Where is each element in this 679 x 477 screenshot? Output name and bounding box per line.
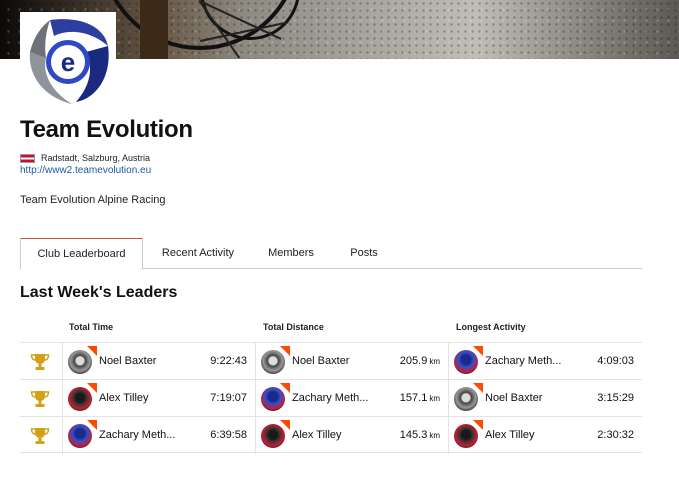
stat-number: 2:30:32	[597, 429, 634, 441]
club-website-link[interactable]: http://www2.teamevolution.eu	[20, 165, 151, 176]
avatar[interactable]	[261, 346, 290, 374]
stat-unit: km	[429, 357, 440, 366]
athlete-name-link[interactable]: Alex Tilley	[292, 429, 342, 441]
stat-number: 3:15:29	[597, 392, 634, 404]
club-description: Team Evolution Alpine Racing	[20, 194, 166, 206]
longest-cell: Noel Baxter 3:15:29	[448, 380, 642, 417]
trophy-icon	[30, 428, 50, 444]
distance-cell: Alex Tilley 145.3 km	[255, 417, 448, 454]
premium-badge-icon	[87, 383, 97, 393]
tab-recent-activity[interactable]: Recent Activity	[148, 238, 248, 269]
tab-club-leaderboard[interactable]: Club Leaderboard	[20, 238, 143, 270]
column-header-total-distance: Total Distance	[263, 322, 324, 332]
stat-value: 3:15:29	[597, 392, 634, 404]
stat-number: 145.3	[399, 429, 428, 441]
longest-cell: Zachary Meth... 4:09:03	[448, 343, 642, 380]
austria-flag-icon	[20, 153, 35, 163]
stat-value: 4:09:03	[597, 355, 634, 367]
column-header-longest-activity: Longest Activity	[456, 322, 526, 332]
table-row: Zachary Meth... 6:39:58 Alex Tilley 145.3 km…	[20, 416, 642, 454]
distance-cell: Noel Baxter 205.9 km	[255, 343, 448, 380]
stat-value: 157.1 km	[400, 392, 440, 404]
stat-number: 7:19:07	[210, 392, 247, 404]
premium-badge-icon	[87, 420, 97, 430]
stat-value: 145.3 km	[400, 429, 440, 441]
athlete-name-link[interactable]: Noel Baxter	[292, 355, 349, 367]
athlete-name-link[interactable]: Alex Tilley	[99, 392, 149, 404]
table-row: Noel Baxter 9:22:43 Noel Baxter 205.9 km Zach…	[20, 342, 642, 380]
premium-badge-icon	[473, 346, 483, 356]
athlete-name-link[interactable]: Noel Baxter	[99, 355, 156, 367]
stat-number: 6:39:58	[210, 429, 247, 441]
time-cell: Noel Baxter 9:22:43	[62, 343, 255, 380]
trophy-icon	[30, 354, 50, 370]
time-cell: Zachary Meth... 6:39:58	[62, 417, 255, 454]
avatar[interactable]	[454, 383, 483, 411]
table-row: Alex Tilley 7:19:07 Zachary Meth... 157.1 km…	[20, 379, 642, 417]
stat-value: 2:30:32	[597, 429, 634, 441]
avatar[interactable]	[68, 346, 97, 374]
athlete-name-link[interactable]: Noel Baxter	[485, 392, 542, 404]
tab-posts[interactable]: Posts	[338, 238, 390, 269]
distance-cell: Zachary Meth... 157.1 km	[255, 380, 448, 417]
athlete-name-link[interactable]: Zachary Meth...	[99, 429, 175, 441]
stat-unit: km	[429, 431, 440, 440]
time-cell: Alex Tilley 7:19:07	[62, 380, 255, 417]
stat-value: 9:22:43	[210, 355, 247, 367]
premium-badge-icon	[473, 420, 483, 430]
avatar[interactable]	[261, 420, 290, 448]
premium-badge-icon	[280, 383, 290, 393]
svg-text:e: e	[61, 47, 75, 77]
rider-leg	[140, 0, 168, 59]
stat-number: 4:09:03	[597, 355, 634, 367]
column-header-total-time: Total Time	[69, 322, 114, 332]
avatar[interactable]	[454, 420, 483, 448]
club-name: Team Evolution	[20, 116, 193, 143]
tab-members[interactable]: Members	[256, 238, 326, 269]
team-evolution-e-logo-icon: e	[29, 19, 109, 104]
avatar[interactable]	[68, 420, 97, 448]
stat-unit: km	[429, 394, 440, 403]
club-tabs: Club Leaderboard Recent Activity Members…	[20, 238, 642, 270]
longest-cell: Alex Tilley 2:30:32	[448, 417, 642, 454]
stat-number: 9:22:43	[210, 355, 247, 367]
stat-number: 157.1	[399, 392, 428, 404]
stat-value: 7:19:07	[210, 392, 247, 404]
leaderboard-title: Last Week's Leaders	[20, 284, 178, 301]
athlete-name-link[interactable]: Zachary Meth...	[485, 355, 561, 367]
avatar[interactable]	[68, 383, 97, 411]
athlete-name-link[interactable]: Alex Tilley	[485, 429, 535, 441]
premium-badge-icon	[473, 383, 483, 393]
athlete-name-link[interactable]: Zachary Meth...	[292, 392, 368, 404]
premium-badge-icon	[280, 420, 290, 430]
premium-badge-icon	[280, 346, 290, 356]
avatar[interactable]	[261, 383, 290, 411]
club-logo[interactable]: e	[20, 12, 116, 108]
avatar[interactable]	[454, 346, 483, 374]
club-location-row: Radstadt, Salzburg, Austria	[20, 153, 150, 163]
stat-value: 205.9 km	[400, 355, 440, 367]
premium-badge-icon	[87, 346, 97, 356]
trophy-icon	[30, 391, 50, 407]
stat-value: 6:39:58	[210, 429, 247, 441]
stat-number: 205.9	[399, 355, 428, 367]
club-location: Radstadt, Salzburg, Austria	[41, 153, 151, 163]
